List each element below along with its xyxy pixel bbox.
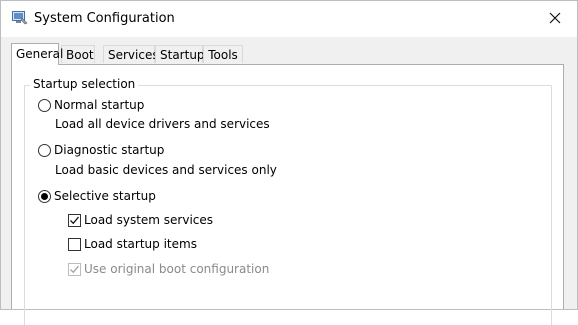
load-system-services-label[interactable]: Load system services (84, 213, 213, 227)
load-startup-items-label[interactable]: Load startup items (84, 237, 197, 251)
selective-startup-label[interactable]: Selective startup (54, 189, 156, 203)
diagnostic-startup-radio[interactable] (38, 144, 51, 157)
tab-boot[interactable]: Boot (61, 45, 95, 63)
load-startup-items-checkbox[interactable] (68, 238, 81, 251)
system-configuration-window: System Configuration General Boot Servic… (0, 0, 578, 325)
tab-general[interactable]: General (11, 43, 63, 65)
normal-startup-radio[interactable] (38, 99, 51, 112)
close-icon (549, 12, 561, 24)
normal-startup-description: Load all device drivers and services (55, 117, 270, 131)
tab-services[interactable]: Services (103, 45, 159, 63)
diagnostic-startup-label[interactable]: Diagnostic startup (54, 143, 164, 157)
normal-startup-label[interactable]: Normal startup (54, 98, 144, 112)
use-original-boot-configuration-checkbox[interactable] (68, 263, 81, 276)
load-system-services-checkbox[interactable] (68, 214, 81, 227)
startup-selection-label: Startup selection (30, 77, 139, 91)
checkmark-icon (70, 216, 80, 225)
diagnostic-startup-description: Load basic devices and services only (55, 163, 277, 177)
window-title: System Configuration (34, 11, 175, 26)
close-button[interactable] (533, 1, 577, 35)
use-original-boot-configuration-label: Use original boot configuration (84, 262, 270, 276)
window-body: General Boot Services Startup Tools Star… (1, 37, 577, 325)
checkmark-icon (70, 265, 80, 274)
general-tab-panel: Startup selection Normal startup Load al… (11, 64, 564, 325)
tab-tools[interactable]: Tools (203, 45, 243, 63)
title-bar[interactable]: System Configuration (1, 1, 577, 37)
system-configuration-icon (12, 11, 28, 25)
tab-startup[interactable]: Startup (155, 45, 205, 63)
selective-startup-radio[interactable] (38, 190, 51, 203)
